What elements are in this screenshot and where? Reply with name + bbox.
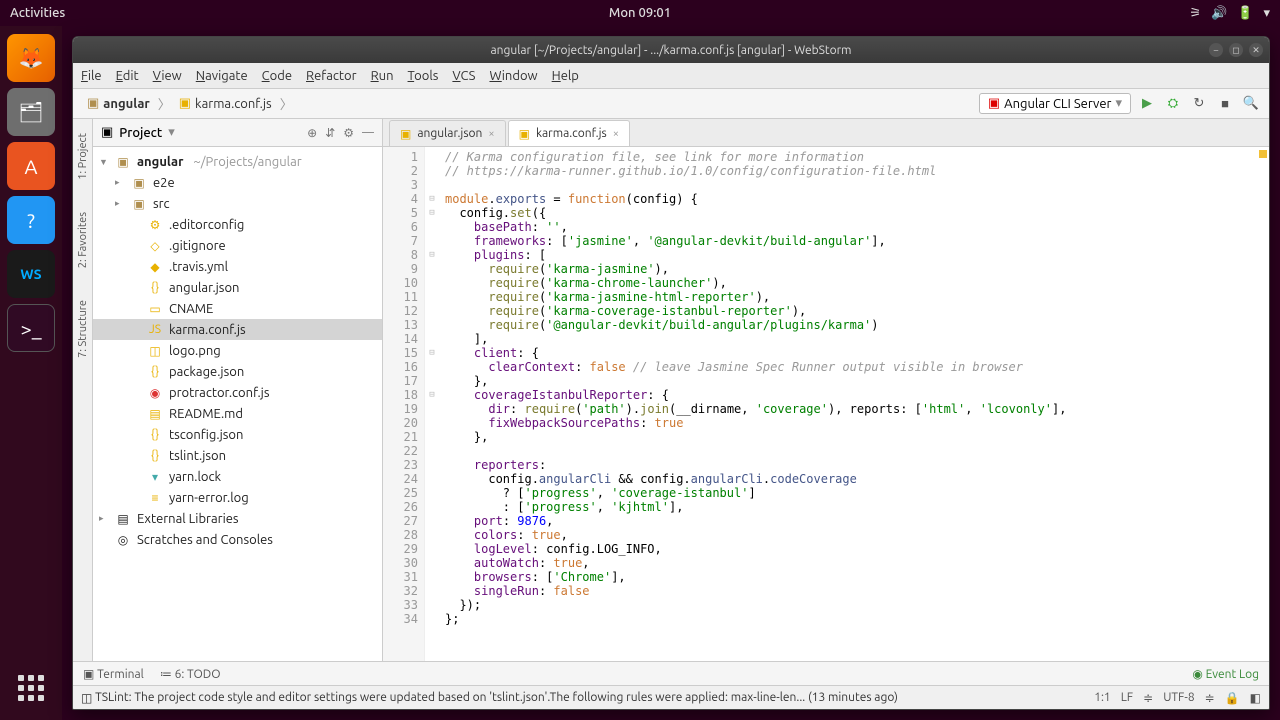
tree-item[interactable]: ▸▤External Libraries [93,508,382,529]
menu-code[interactable]: Code [262,69,292,83]
file-encoding[interactable]: UTF-8 [1163,691,1194,704]
menu-file[interactable]: File [81,69,102,83]
tree-item[interactable]: ⚙.editorconfig [93,214,382,235]
project-panel-header: ▣Project▾ ⊕ ⇵ ⚙ — [93,119,382,147]
menu-bar: File Edit View Navigate Code Refactor Run Tools… [73,63,1269,89]
tree-item[interactable]: {}tslint.json [93,445,382,466]
tree-item[interactable]: ◆.travis.yml [93,256,382,277]
editor-tab[interactable]: ▣angular.json× [389,120,506,146]
tree-item[interactable]: ▼▣angular~/Projects/angular [93,151,382,172]
tree-item[interactable]: JSkarma.conf.js [93,319,382,340]
tree-item[interactable]: ▾yarn.lock [93,466,382,487]
dock-show-apps[interactable] [7,664,55,712]
close-tab-icon[interactable]: × [613,128,619,140]
menu-tools[interactable]: Tools [408,69,439,83]
tree-item[interactable]: {}package.json [93,361,382,382]
menu-window[interactable]: Window [489,69,537,83]
editor-area: ▣angular.json×▣karma.conf.js× 1234567891… [383,119,1269,661]
status-message[interactable]: TSLint: The project code style and edito… [95,691,898,704]
breadcrumb: ▣ angular 〉 ▣ karma.conf.js 〉 [81,94,293,113]
tree-item[interactable]: ◎Scratches and Consoles [93,529,382,550]
ubuntu-topbar: Activities Mon 09:01 ⚞ 🔊 🔋 ▾ [0,0,1280,26]
menu-refactor[interactable]: Refactor [306,69,357,83]
dock-help[interactable]: ? [7,196,55,244]
menu-edit[interactable]: Edit [116,69,139,83]
volume-icon[interactable]: 🔊 [1211,6,1227,21]
run-button[interactable]: ▶ [1137,94,1157,114]
notification-icon[interactable]: ◫ [81,691,92,705]
caret-position[interactable]: 1:1 [1094,691,1111,704]
dock-software[interactable]: A [7,142,55,190]
dock-terminal[interactable]: >_ [7,304,55,352]
terminal-tool[interactable]: ▣ Terminal [83,667,144,681]
breadcrumb-root[interactable]: ▣ angular [81,94,156,113]
breadcrumb-file[interactable]: ▣ karma.conf.js [173,94,278,113]
settings-icon[interactable]: ⚙ [343,126,354,140]
window-title: angular [~/Projects/angular] - .../karma… [490,44,851,57]
menu-view[interactable]: View [153,69,182,83]
ubuntu-dock: 🦊 🗂 A ? WS >_ [0,26,62,720]
tree-item[interactable]: ▤README.md [93,403,382,424]
activities-button[interactable]: Activities [10,6,65,20]
tree-item[interactable]: ▭CNAME [93,298,382,319]
tool-project[interactable]: 1: Project [77,127,89,186]
window-minimize[interactable]: – [1209,43,1223,57]
window-titlebar[interactable]: angular [~/Projects/angular] - .../karma… [73,37,1269,63]
menu-vcs[interactable]: VCS [452,69,475,83]
stop-button[interactable]: ■ [1215,94,1235,114]
locate-icon[interactable]: ⊕ [307,126,317,140]
code-editor[interactable]: 1234567891011121314151617181920212223242… [383,147,1269,661]
bottom-tool-stripe: ▣ Terminal ≔ 6: TODO ◉ Event Log [73,661,1269,685]
battery-icon[interactable]: 🔋 [1237,6,1253,21]
dock-files[interactable]: 🗂 [7,88,55,136]
search-everywhere-button[interactable]: 🔍 [1241,94,1261,114]
project-panel: ▣Project▾ ⊕ ⇵ ⚙ — ▼▣angular~/Projects/an… [93,119,383,661]
tree-item[interactable]: {}angular.json [93,277,382,298]
tree-item[interactable]: {}tsconfig.json [93,424,382,445]
project-tree[interactable]: ▼▣angular~/Projects/angular▸▣e2e▸▣src⚙.e… [93,147,382,661]
menu-navigate[interactable]: Navigate [196,69,248,83]
tree-item[interactable]: ▸▣e2e [93,172,382,193]
tool-structure[interactable]: 7: Structure [77,294,89,364]
event-log-tool[interactable]: ◉ Event Log [1192,667,1259,681]
tree-item[interactable]: ◇.gitignore [93,235,382,256]
editor-tabs: ▣angular.json×▣karma.conf.js× [383,119,1269,147]
tool-favorites[interactable]: 2: Favorites [77,206,89,274]
debug-button[interactable]: ⛭ [1163,94,1183,114]
hide-icon[interactable]: — [362,126,374,140]
menu-run[interactable]: Run [371,69,394,83]
run-with-coverage-button[interactable]: ↻ [1189,94,1209,114]
todo-tool[interactable]: ≔ 6: TODO [160,667,221,681]
network-icon[interactable]: ⚞ [1189,6,1201,21]
fold-column[interactable]: ⊟⊟⊟⊟⊟ [425,147,439,661]
hector-icon[interactable]: ◧ [1250,691,1261,705]
window-close[interactable]: ✕ [1249,43,1263,57]
tree-item[interactable]: ≡yarn-error.log [93,487,382,508]
tree-item[interactable]: ◫logo.png [93,340,382,361]
power-icon[interactable]: ▾ [1263,6,1270,21]
tree-item[interactable]: ▸▣src [93,193,382,214]
readonly-icon[interactable]: 🔒 [1225,691,1240,705]
editor-tab[interactable]: ▣karma.conf.js× [508,120,630,146]
line-separator[interactable]: LF [1121,691,1133,704]
code-content[interactable]: // Karma configuration file, see link fo… [439,147,1269,661]
webstorm-window: angular [~/Projects/angular] - .../karma… [72,36,1270,710]
close-tab-icon[interactable]: × [488,128,494,140]
dock-firefox[interactable]: 🦊 [7,34,55,82]
inspection-marker[interactable] [1259,150,1267,158]
expand-icon[interactable]: ⇵ [325,126,335,140]
dock-webstorm[interactable]: WS [7,250,55,298]
project-panel-title[interactable]: Project [119,126,162,140]
gutter[interactable]: 1234567891011121314151617181920212223242… [383,147,425,661]
status-bar: ◫ TSLint: The project code style and edi… [73,685,1269,709]
clock[interactable]: Mon 09:01 [609,6,671,20]
menu-help[interactable]: Help [552,69,579,83]
window-maximize[interactable]: ◻ [1229,43,1243,57]
navigation-bar: ▣ angular 〉 ▣ karma.conf.js 〉 ▣Angular C… [73,89,1269,119]
tree-item[interactable]: ◉protractor.conf.js [93,382,382,403]
left-tool-stripe: 1: Project 2: Favorites 7: Structure [73,119,93,661]
run-config-selector[interactable]: ▣Angular CLI Server▾ [979,93,1131,114]
